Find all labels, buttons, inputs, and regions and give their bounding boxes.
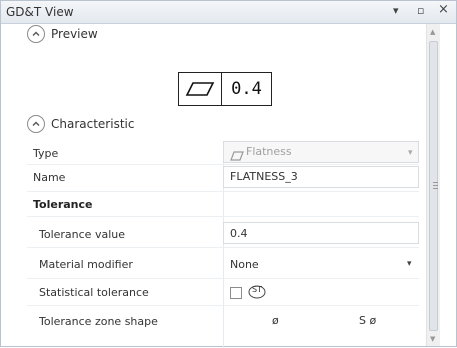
characteristic-label: Characteristic — [51, 117, 135, 131]
name-input[interactable]: FLATNESS_3 — [223, 166, 419, 188]
float-window-icon[interactable]: ▫ — [417, 4, 424, 17]
scroll-down-arrow-icon[interactable]: ▼ — [430, 335, 435, 343]
frame-tolerance-value: 0.4 — [231, 79, 262, 99]
flatness-icon — [179, 73, 222, 105]
material-modifier-value: None — [230, 258, 259, 271]
diameter-zone-option[interactable]: ø — [272, 314, 279, 327]
spherical-diameter-zone-option[interactable]: S ø — [359, 314, 376, 327]
row-divider — [27, 164, 419, 165]
name-value: FLATNESS_3 — [230, 170, 298, 183]
flatness-icon — [230, 146, 244, 165]
pin-icon[interactable]: ▾ — [393, 4, 399, 17]
type-dropdown[interactable]: Flatness ▾ — [223, 141, 419, 163]
statistical-badge-text: ST — [252, 285, 262, 294]
name-label: Name — [33, 171, 66, 184]
row-divider — [27, 247, 419, 248]
type-value: Flatness — [246, 145, 292, 158]
statistical-tolerance-checkbox[interactable] — [230, 287, 242, 299]
scroll-up-arrow-icon[interactable]: ▲ — [430, 28, 435, 36]
collapse-chevron-up-icon[interactable] — [27, 115, 45, 133]
tolerance-value: 0.4 — [230, 227, 248, 240]
characteristic-section-header[interactable]: Characteristic — [27, 114, 134, 134]
row-divider — [27, 216, 419, 217]
row-divider — [27, 278, 419, 279]
tolerance-value-label: Tolerance value — [39, 228, 125, 241]
type-label: Type — [33, 147, 59, 160]
material-modifier-label: Material modifier — [39, 258, 133, 271]
chevron-down-icon: ▾ — [408, 148, 413, 158]
thumb-grip — [433, 188, 438, 189]
material-modifier-dropdown[interactable]: None ▾ — [223, 251, 419, 275]
properties-content: Preview 0.4 Characteristic Type Flatness… — [1, 24, 426, 348]
thumb-grip — [433, 185, 438, 186]
thumb-grip — [433, 182, 438, 183]
close-icon[interactable]: × — [438, 2, 449, 17]
row-divider — [27, 305, 419, 306]
tolerance-group-label: Tolerance — [33, 198, 93, 211]
statistical-tolerance-label: Statistical tolerance — [39, 286, 149, 299]
collapse-chevron-up-icon[interactable] — [27, 25, 45, 43]
preview-label: Preview — [51, 27, 98, 41]
title-bar: GD&T View ▾ ▫ × — [1, 1, 456, 24]
row-divider — [27, 191, 419, 192]
scroll-thumb[interactable] — [429, 41, 438, 331]
tolerance-value-input[interactable]: 0.4 — [223, 222, 419, 244]
panel-title: GD&T View — [6, 5, 74, 19]
vertical-scrollbar[interactable]: ▲ ▼ — [426, 24, 440, 346]
preview-section-header[interactable]: Preview — [27, 24, 98, 44]
statistical-tolerance-icon: ST — [248, 284, 266, 299]
chevron-down-icon: ▾ — [407, 259, 412, 269]
tolerance-zone-shape-label: Tolerance zone shape — [39, 315, 158, 328]
gdt-view-panel: GD&T View ▾ ▫ × Preview 0.4 Characterist… — [0, 0, 457, 348]
feature-control-frame: 0.4 — [178, 72, 272, 106]
